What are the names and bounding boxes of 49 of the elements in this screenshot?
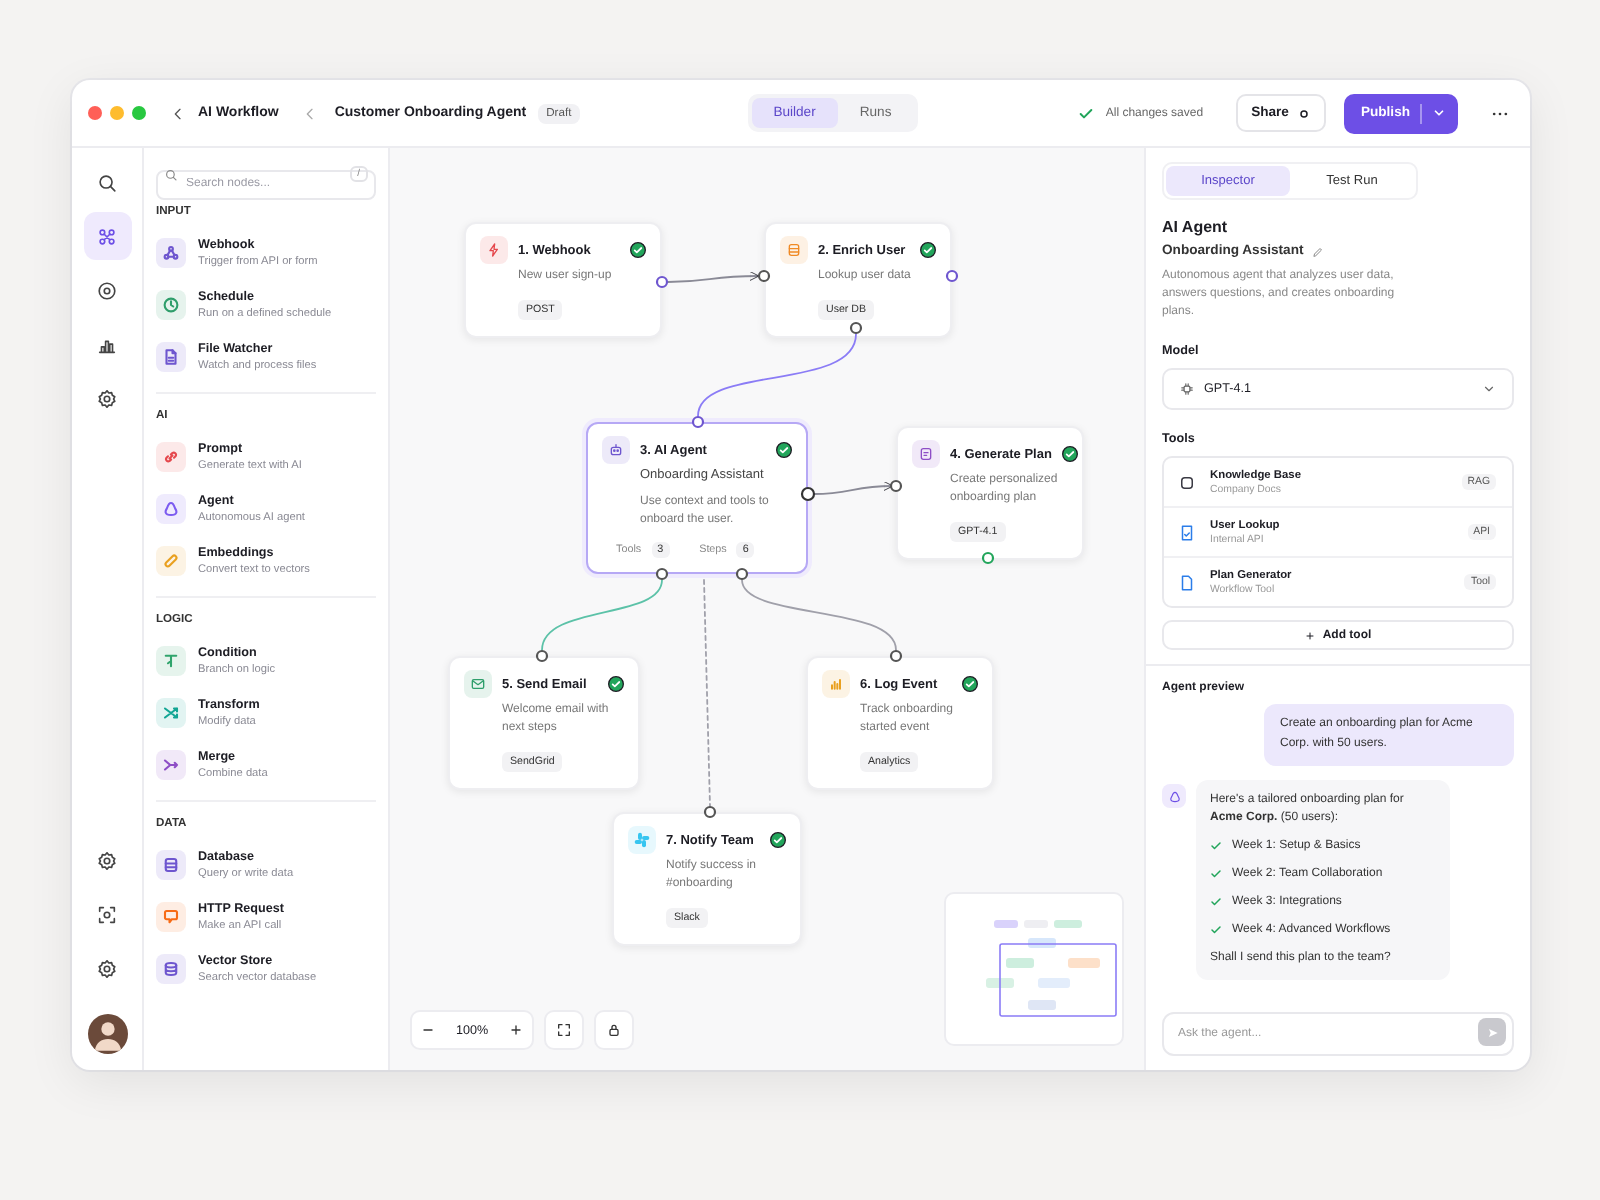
- check-icon: [1210, 924, 1222, 936]
- panel-heading: AI Agent: [1162, 218, 1230, 236]
- plus-icon: [508, 1022, 525, 1038]
- scan-icon: [96, 903, 118, 925]
- port-handle[interactable]: [757, 269, 771, 283]
- search-icon: [96, 171, 118, 193]
- settings-icon: [96, 957, 118, 979]
- check-icon: [1210, 868, 1222, 880]
- fit-view-button[interactable]: [544, 1010, 585, 1050]
- caret-icon: [1432, 106, 1446, 120]
- settings-icon: [96, 849, 118, 871]
- port-handle[interactable]: [981, 551, 995, 565]
- expand-icon: [556, 1022, 573, 1038]
- check-icon: [1210, 896, 1222, 908]
- port-handle[interactable]: [703, 805, 717, 819]
- port-handle[interactable]: [535, 649, 549, 663]
- port-handle[interactable]: [655, 275, 669, 289]
- agent-avatar: [1162, 784, 1186, 808]
- port-handle[interactable]: [849, 321, 863, 335]
- nodes-rail-button[interactable]: [83, 212, 131, 260]
- port-handle[interactable]: [889, 649, 903, 663]
- connector-line: [667, 271, 760, 283]
- check-icon: [1210, 840, 1222, 852]
- lock-button[interactable]: [594, 1010, 635, 1050]
- port-handle[interactable]: [691, 415, 705, 429]
- port-handle[interactable]: [655, 567, 669, 581]
- maximize-dot[interactable]: [132, 106, 146, 120]
- close-dot[interactable]: [88, 106, 102, 120]
- port-handle[interactable]: [735, 567, 749, 581]
- minimize-dot[interactable]: [110, 106, 124, 120]
- nodes-icon: [96, 225, 118, 247]
- port-handle[interactable]: [945, 269, 959, 283]
- user-avatar[interactable]: [87, 1014, 127, 1054]
- lock-icon: [606, 1022, 623, 1038]
- plus-icon: [1304, 629, 1317, 641]
- circle-icon: [1298, 107, 1311, 119]
- chevron-left-icon: [302, 105, 319, 121]
- back-icon[interactable]: [170, 105, 186, 121]
- connector-line: [813, 481, 894, 495]
- search-icon: [164, 168, 178, 182]
- chevron-down-icon: [1482, 382, 1496, 396]
- settings-icon: [96, 387, 118, 409]
- target-icon: [96, 279, 118, 301]
- chip-icon: [1180, 382, 1194, 396]
- port-handle[interactable]: [800, 486, 816, 502]
- port-handle[interactable]: [889, 479, 903, 493]
- connector-line: [541, 579, 663, 651]
- check-icon: [1077, 105, 1094, 121]
- send-icon: [1485, 1025, 1499, 1039]
